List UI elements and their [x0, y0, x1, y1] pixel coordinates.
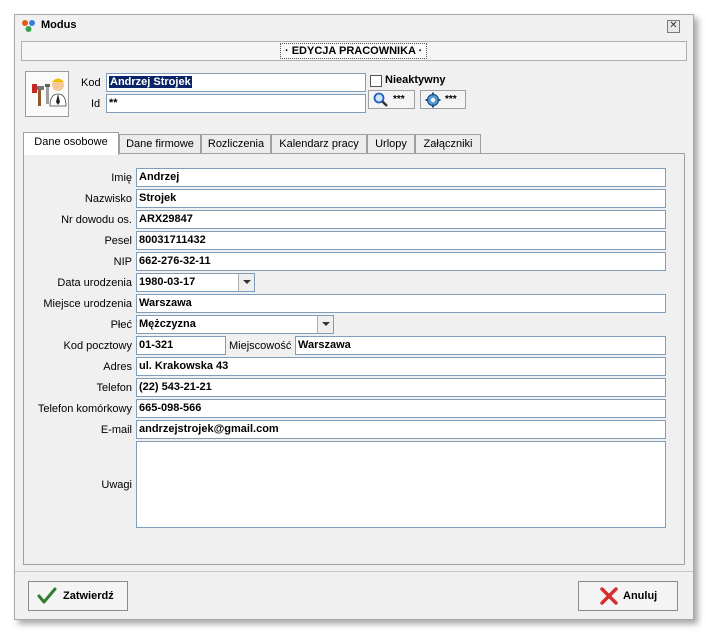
footer-divider [15, 571, 693, 572]
cancel-button[interactable]: Anuluj [578, 581, 678, 611]
titlebar: Modus ✕ [15, 15, 693, 37]
miejsce-urodzenia-input[interactable]: Warszawa [136, 294, 666, 313]
id-label: Id [91, 98, 101, 110]
inactive-checkbox[interactable] [370, 75, 382, 87]
miejscowosc-label: Miejscowość [229, 340, 292, 352]
uwagi-label: Uwagi [101, 479, 132, 491]
page-title: · EDYCJA PRACOWNIKA · [280, 43, 428, 59]
miejscowosc-input[interactable]: Warszawa [295, 336, 666, 355]
data-urodzenia-label: Data urodzenia [57, 277, 132, 289]
adres-input[interactable]: ul. Krakowska 43 [136, 357, 666, 376]
close-icon[interactable]: ✕ [667, 20, 680, 33]
confirm-button-label: Zatwierdź [63, 590, 114, 602]
app-icon [22, 20, 35, 32]
email-input[interactable]: andrzejstrojek@gmail.com [136, 420, 666, 439]
nr-dowodu-input[interactable]: ARX29847 [136, 210, 666, 229]
pesel-input[interactable]: 80031711432 [136, 231, 666, 250]
tab-zalaczniki[interactable]: Załączniki [415, 134, 481, 154]
tab-kalendarz-pracy[interactable]: Kalendarz pracy [271, 134, 367, 154]
uwagi-textarea[interactable] [136, 441, 666, 528]
nazwisko-label: Nazwisko [84, 193, 132, 205]
nr-dowodu-label: Nr dowodu os. [61, 214, 132, 226]
nazwisko-input[interactable]: Strojek [136, 189, 666, 208]
adres-label: Adres [103, 361, 132, 373]
plec-label: Płeć [110, 319, 132, 331]
pesel-label: Pesel [104, 235, 132, 247]
tab-urlopy[interactable]: Urlopy [367, 134, 415, 154]
window-title: Modus [41, 19, 77, 31]
email-label: E-mail [100, 424, 132, 436]
telefon-label: Telefon [96, 382, 132, 394]
data-urodzenia-select[interactable]: 1980-03-17 [136, 273, 255, 292]
settings-icon [425, 92, 441, 108]
form-labels: Imię Nazwisko Nr dowodu os. Pesel NIP Da… [24, 154, 132, 554]
confirm-button[interactable]: Zatwierdź [28, 581, 128, 611]
nip-input[interactable]: 662-276-32-11 [136, 252, 666, 271]
cross-icon [600, 587, 618, 605]
tab-dane-firmowe[interactable]: Dane firmowe [119, 134, 201, 154]
kod-pocztowy-input[interactable]: 01-321 [136, 336, 226, 355]
plec-select[interactable]: Mężczyzna [136, 315, 334, 334]
imie-label: Imię [111, 172, 132, 184]
inactive-label: Nieaktywny [385, 74, 446, 86]
telefon-komorkowy-label: Telefon komórkowy [37, 403, 132, 415]
employee-avatar [25, 71, 69, 117]
plec-value: Mężczyzna [139, 318, 196, 330]
dropdown-arrow-icon[interactable] [317, 316, 333, 333]
tab-rozliczenia[interactable]: Rozliczenia [201, 134, 271, 154]
search-icon [373, 92, 388, 107]
nip-label: NIP [113, 256, 132, 268]
user-worker-icon [32, 78, 67, 107]
settings-button[interactable]: *** [420, 90, 466, 109]
checkmark-icon [37, 587, 57, 604]
imie-input[interactable]: Andrzej [136, 168, 666, 187]
telefon-input[interactable]: (22) 543-21-21 [136, 378, 666, 397]
data-urodzenia-value: 1980-03-17 [139, 276, 196, 288]
search-button-label: *** [393, 94, 405, 105]
miejsce-urodzenia-label: Miejsce urodzenia [43, 298, 132, 310]
dialog-window: Modus ✕ · EDYCJA PRACOWNIKA · Kod Andrze… [14, 14, 694, 620]
header-bar: · EDYCJA PRACOWNIKA · [21, 41, 687, 61]
tab-panel-dane-osobowe: Imię Nazwisko Nr dowodu os. Pesel NIP Da… [23, 153, 685, 565]
search-button[interactable]: *** [368, 90, 415, 109]
kod-input[interactable]: Andrzej Strojek [106, 73, 366, 92]
dropdown-arrow-icon[interactable] [238, 274, 254, 291]
kod-input-value: Andrzej Strojek [109, 76, 192, 88]
kod-label: Kod [81, 77, 101, 89]
kod-pocztowy-label: Kod pocztowy [63, 340, 132, 352]
telefon-komorkowy-input[interactable]: 665-098-566 [136, 399, 666, 418]
id-input[interactable]: ** [106, 94, 366, 113]
tab-dane-osobowe[interactable]: Dane osobowe [23, 132, 119, 155]
settings-button-label: *** [445, 94, 457, 105]
cancel-button-label: Anuluj [623, 590, 658, 602]
